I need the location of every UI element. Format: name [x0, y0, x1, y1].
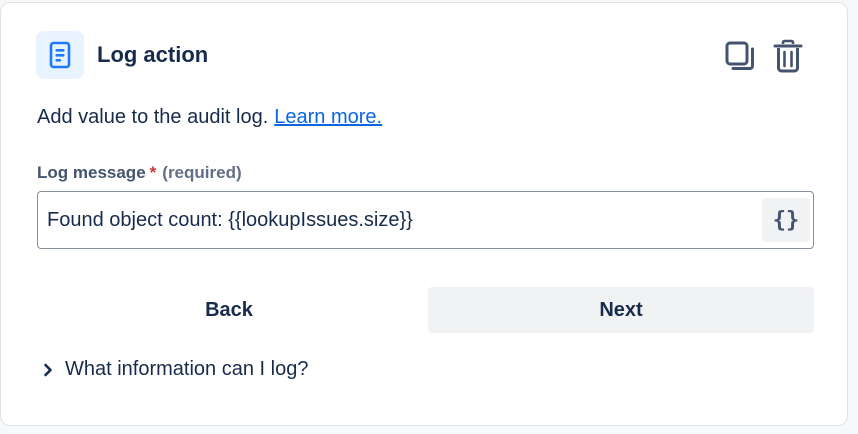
log-message-label-text: Log message — [37, 163, 146, 182]
back-button[interactable]: Back — [37, 287, 421, 333]
document-icon — [49, 41, 71, 69]
chevron-right-icon — [41, 363, 55, 377]
braces-icon: {} — [772, 207, 800, 233]
log-action-icon-tile — [36, 31, 84, 79]
trash-icon — [773, 39, 803, 73]
log-action-panel: Log action Add value to the audit log. Le… — [0, 2, 848, 426]
next-button[interactable]: Next — [428, 287, 814, 333]
learn-more-link[interactable]: Learn more. — [274, 106, 382, 128]
duplicate-button[interactable] — [723, 39, 757, 73]
required-hint: (required) — [162, 163, 242, 182]
panel-title: Log action — [97, 42, 209, 67]
panel-header: Log action — [36, 31, 208, 79]
delete-button[interactable] — [771, 39, 805, 73]
log-info-expander[interactable]: What information can I log? — [41, 358, 308, 381]
log-message-value: Found object count: {{lookupIssues.size}… — [47, 209, 413, 231]
copy-icon — [725, 41, 754, 70]
header-actions — [723, 39, 805, 73]
panel-description: Add value to the audit log. Learn more. — [37, 106, 382, 129]
log-message-input[interactable]: Found object count: {{lookupIssues.size}… — [37, 191, 814, 249]
smart-value-button[interactable]: {} — [762, 198, 810, 242]
required-asterisk: * — [149, 163, 157, 182]
description-text: Add value to the audit log. — [37, 106, 269, 128]
log-message-label: Log message * (required) — [37, 163, 242, 183]
expander-label: What information can I log? — [65, 358, 309, 380]
